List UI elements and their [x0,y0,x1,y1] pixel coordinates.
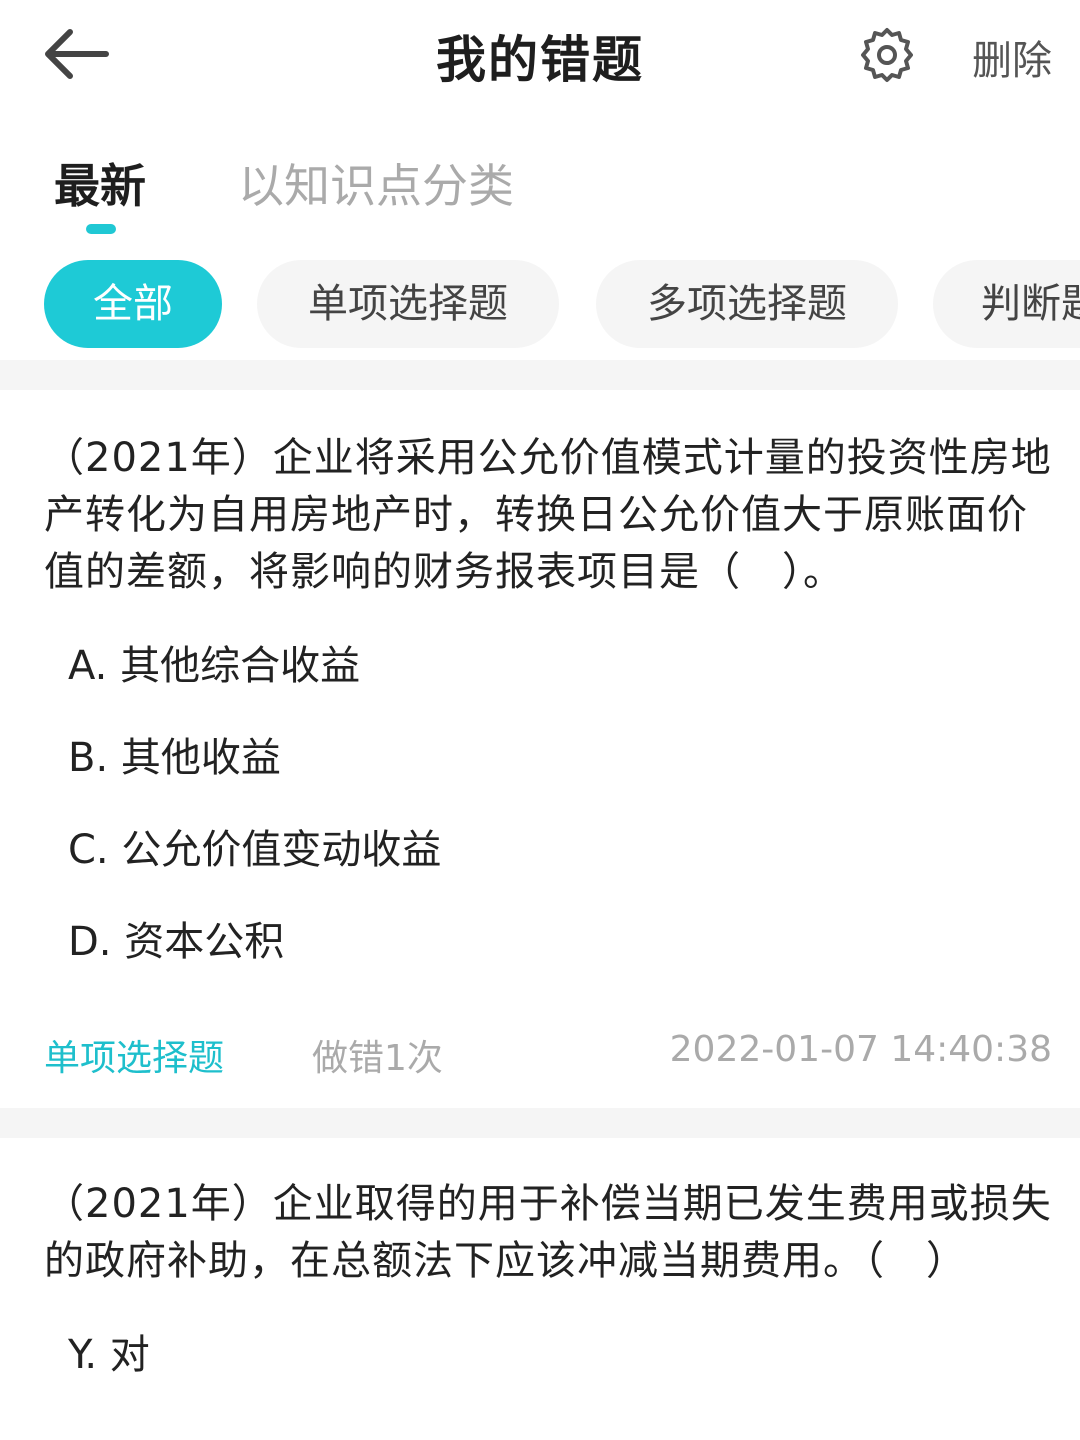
question-card[interactable]: （2021年）企业取得的用于补偿当期已发生费用或损失的政府补助，在总额法下应该冲… [0,1138,1080,1382]
option-c: C. 公允价值变动收益 [68,827,442,873]
question-type-label: 单项选择题 [44,1038,225,1079]
tab-latest[interactable]: 最新 [54,150,146,216]
option-d: D. 资本公积 [68,919,285,965]
filter-chip-true-false[interactable]: 判断题 [933,260,1080,348]
option-a: A. 其他综合收益 [68,643,361,689]
option-b: B. 其他收益 [68,735,281,781]
tab-bar: 最新 以知识点分类 [0,110,1080,240]
question-stem: （2021年）企业取得的用于补偿当期已发生费用或损失的政府补助，在总额法下应该冲… [44,1181,1052,1284]
page-title: 我的错题 [436,31,644,89]
filter-chip-all[interactable]: 全部 [44,260,222,348]
active-tab-indicator [86,224,116,234]
question-stem: （2021年）企业将采用公允价值模式计量的投资性房地产转化为自用房地产时，转换日… [44,435,1052,595]
tab-by-knowledge-point[interactable]: 以知识点分类 [238,150,514,216]
question-type-filters: 全部 单项选择题 多项选择题 判断题 [0,240,1080,360]
top-bar: 我的错题 删除 [0,0,1080,110]
option-list: A. 其他综合收益 B. 其他收益 C. 公允价值变动收益 D. 资本公积 [44,639,1052,969]
wrong-count: 做错1次 [312,1038,443,1079]
filter-chip-multiple-choice[interactable]: 多项选择题 [596,260,898,348]
question-card[interactable]: （2021年）企业将采用公允价值模式计量的投资性房地产转化为自用房地产时，转换日… [0,390,1080,1108]
option-list: Y. 对 [44,1328,1052,1382]
section-divider [0,1108,1080,1138]
timestamp: 2022-01-07 14:40:38 [669,1029,1052,1070]
gear-icon[interactable] [858,26,916,84]
delete-button[interactable]: 删除 [972,28,1052,86]
filter-chip-single-choice[interactable]: 单项选择题 [257,260,559,348]
question-meta: 单项选择题 做错1次 2022-01-07 14:40:38 [44,1019,1052,1083]
section-divider [0,360,1080,390]
option-y: Y. 对 [68,1332,150,1378]
